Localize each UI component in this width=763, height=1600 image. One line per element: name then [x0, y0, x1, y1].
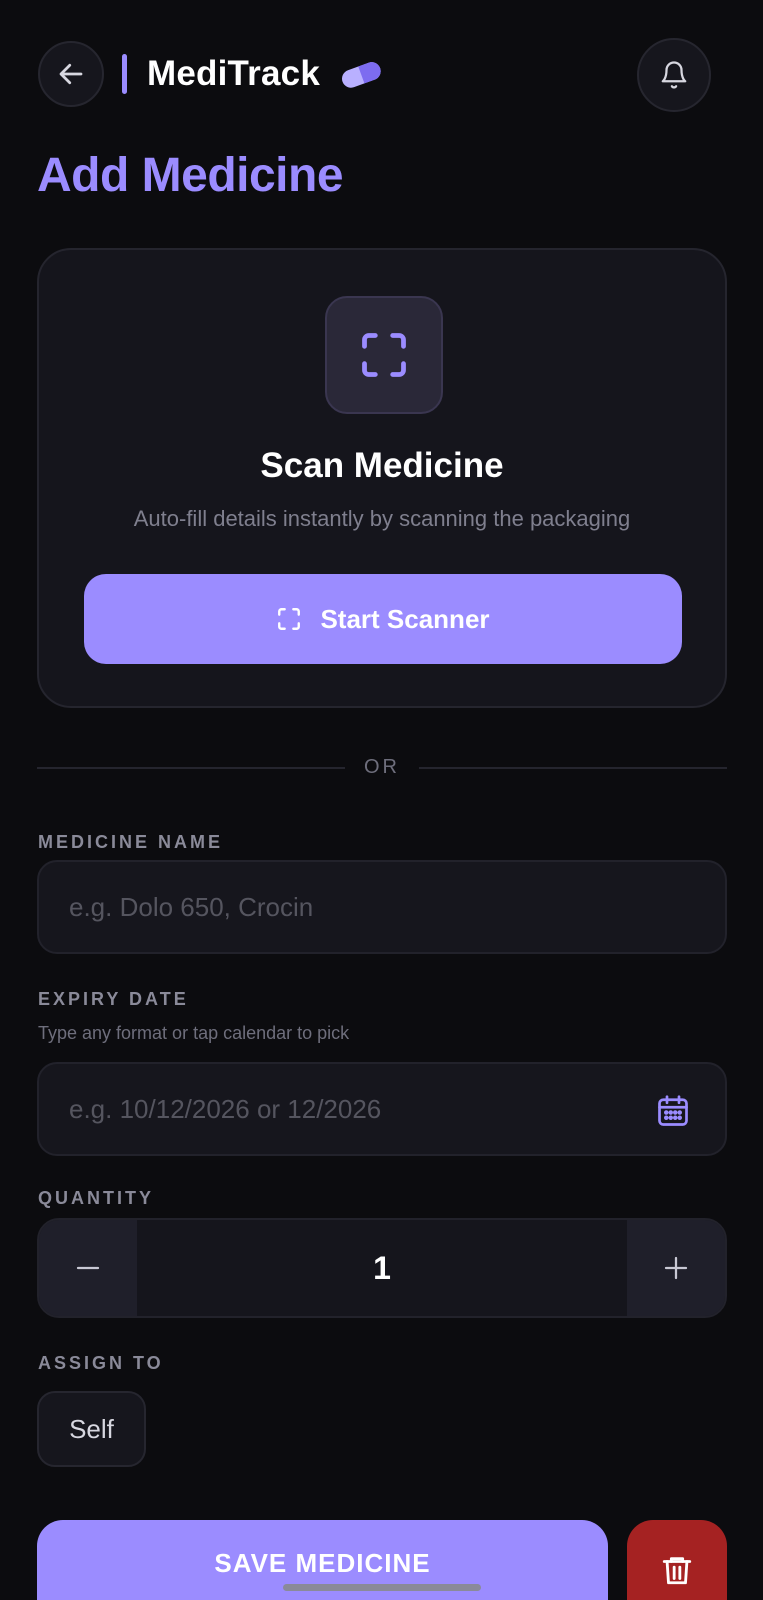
start-scanner-button[interactable]: Start Scanner — [84, 574, 682, 664]
add-medicine-screen: MediTrack Add Medicine Scan Medicine Aut… — [0, 0, 763, 1600]
save-medicine-label: SAVE MEDICINE — [214, 1548, 431, 1578]
back-button[interactable] — [38, 41, 104, 107]
notifications-button[interactable] — [637, 38, 711, 112]
scan-frame-icon — [358, 329, 410, 381]
divider-line-right — [419, 767, 727, 769]
arrow-left-icon — [56, 59, 86, 89]
pill-icon — [338, 57, 384, 91]
start-scanner-label: Start Scanner — [320, 603, 490, 634]
quantity-decrement-button[interactable] — [39, 1220, 137, 1316]
page-title: Add Medicine — [37, 149, 344, 202]
home-indicator — [283, 1584, 481, 1591]
expiry-date-hint: Type any format or tap calendar to pick — [38, 1023, 350, 1043]
medicine-name-label: MEDICINE NAME — [38, 832, 224, 852]
scan-icon-tile — [325, 296, 443, 414]
scan-subtitle: Auto-fill details instantly by scanning … — [133, 506, 631, 531]
quantity-value[interactable]: 1 — [137, 1220, 627, 1316]
scan-frame-icon — [276, 606, 302, 632]
delete-button[interactable] — [627, 1520, 727, 1600]
calendar-icon[interactable] — [655, 1093, 691, 1129]
scan-title: Scan Medicine — [260, 446, 504, 485]
quantity-label: QUANTITY — [38, 1188, 154, 1208]
medicine-name-placeholder: e.g. Dolo 650, Crocin — [69, 891, 314, 922]
assign-to-label: ASSIGN TO — [38, 1353, 164, 1373]
scan-medicine-card: Scan Medicine Auto-fill details instantl… — [37, 248, 727, 708]
quantity-increment-button[interactable] — [627, 1220, 725, 1316]
quantity-stepper: 1 — [37, 1218, 727, 1318]
plus-icon — [661, 1253, 691, 1283]
bell-icon — [659, 60, 689, 90]
assign-to-self-chip[interactable]: Self — [37, 1391, 146, 1467]
app-title: MediTrack — [147, 54, 320, 93]
expiry-date-placeholder: e.g. 10/12/2026 or 12/2026 — [69, 1093, 382, 1124]
expiry-date-field[interactable]: e.g. 10/12/2026 or 12/2026 — [37, 1062, 727, 1156]
medicine-name-field[interactable]: e.g. Dolo 650, Crocin — [37, 860, 727, 954]
trash-icon — [660, 1552, 694, 1600]
or-divider: OR — [37, 752, 727, 782]
title-accent-bar — [122, 54, 127, 94]
expiry-date-label: EXPIRY DATE — [38, 989, 189, 1009]
minus-icon — [73, 1253, 103, 1283]
app-header: MediTrack — [38, 38, 711, 112]
